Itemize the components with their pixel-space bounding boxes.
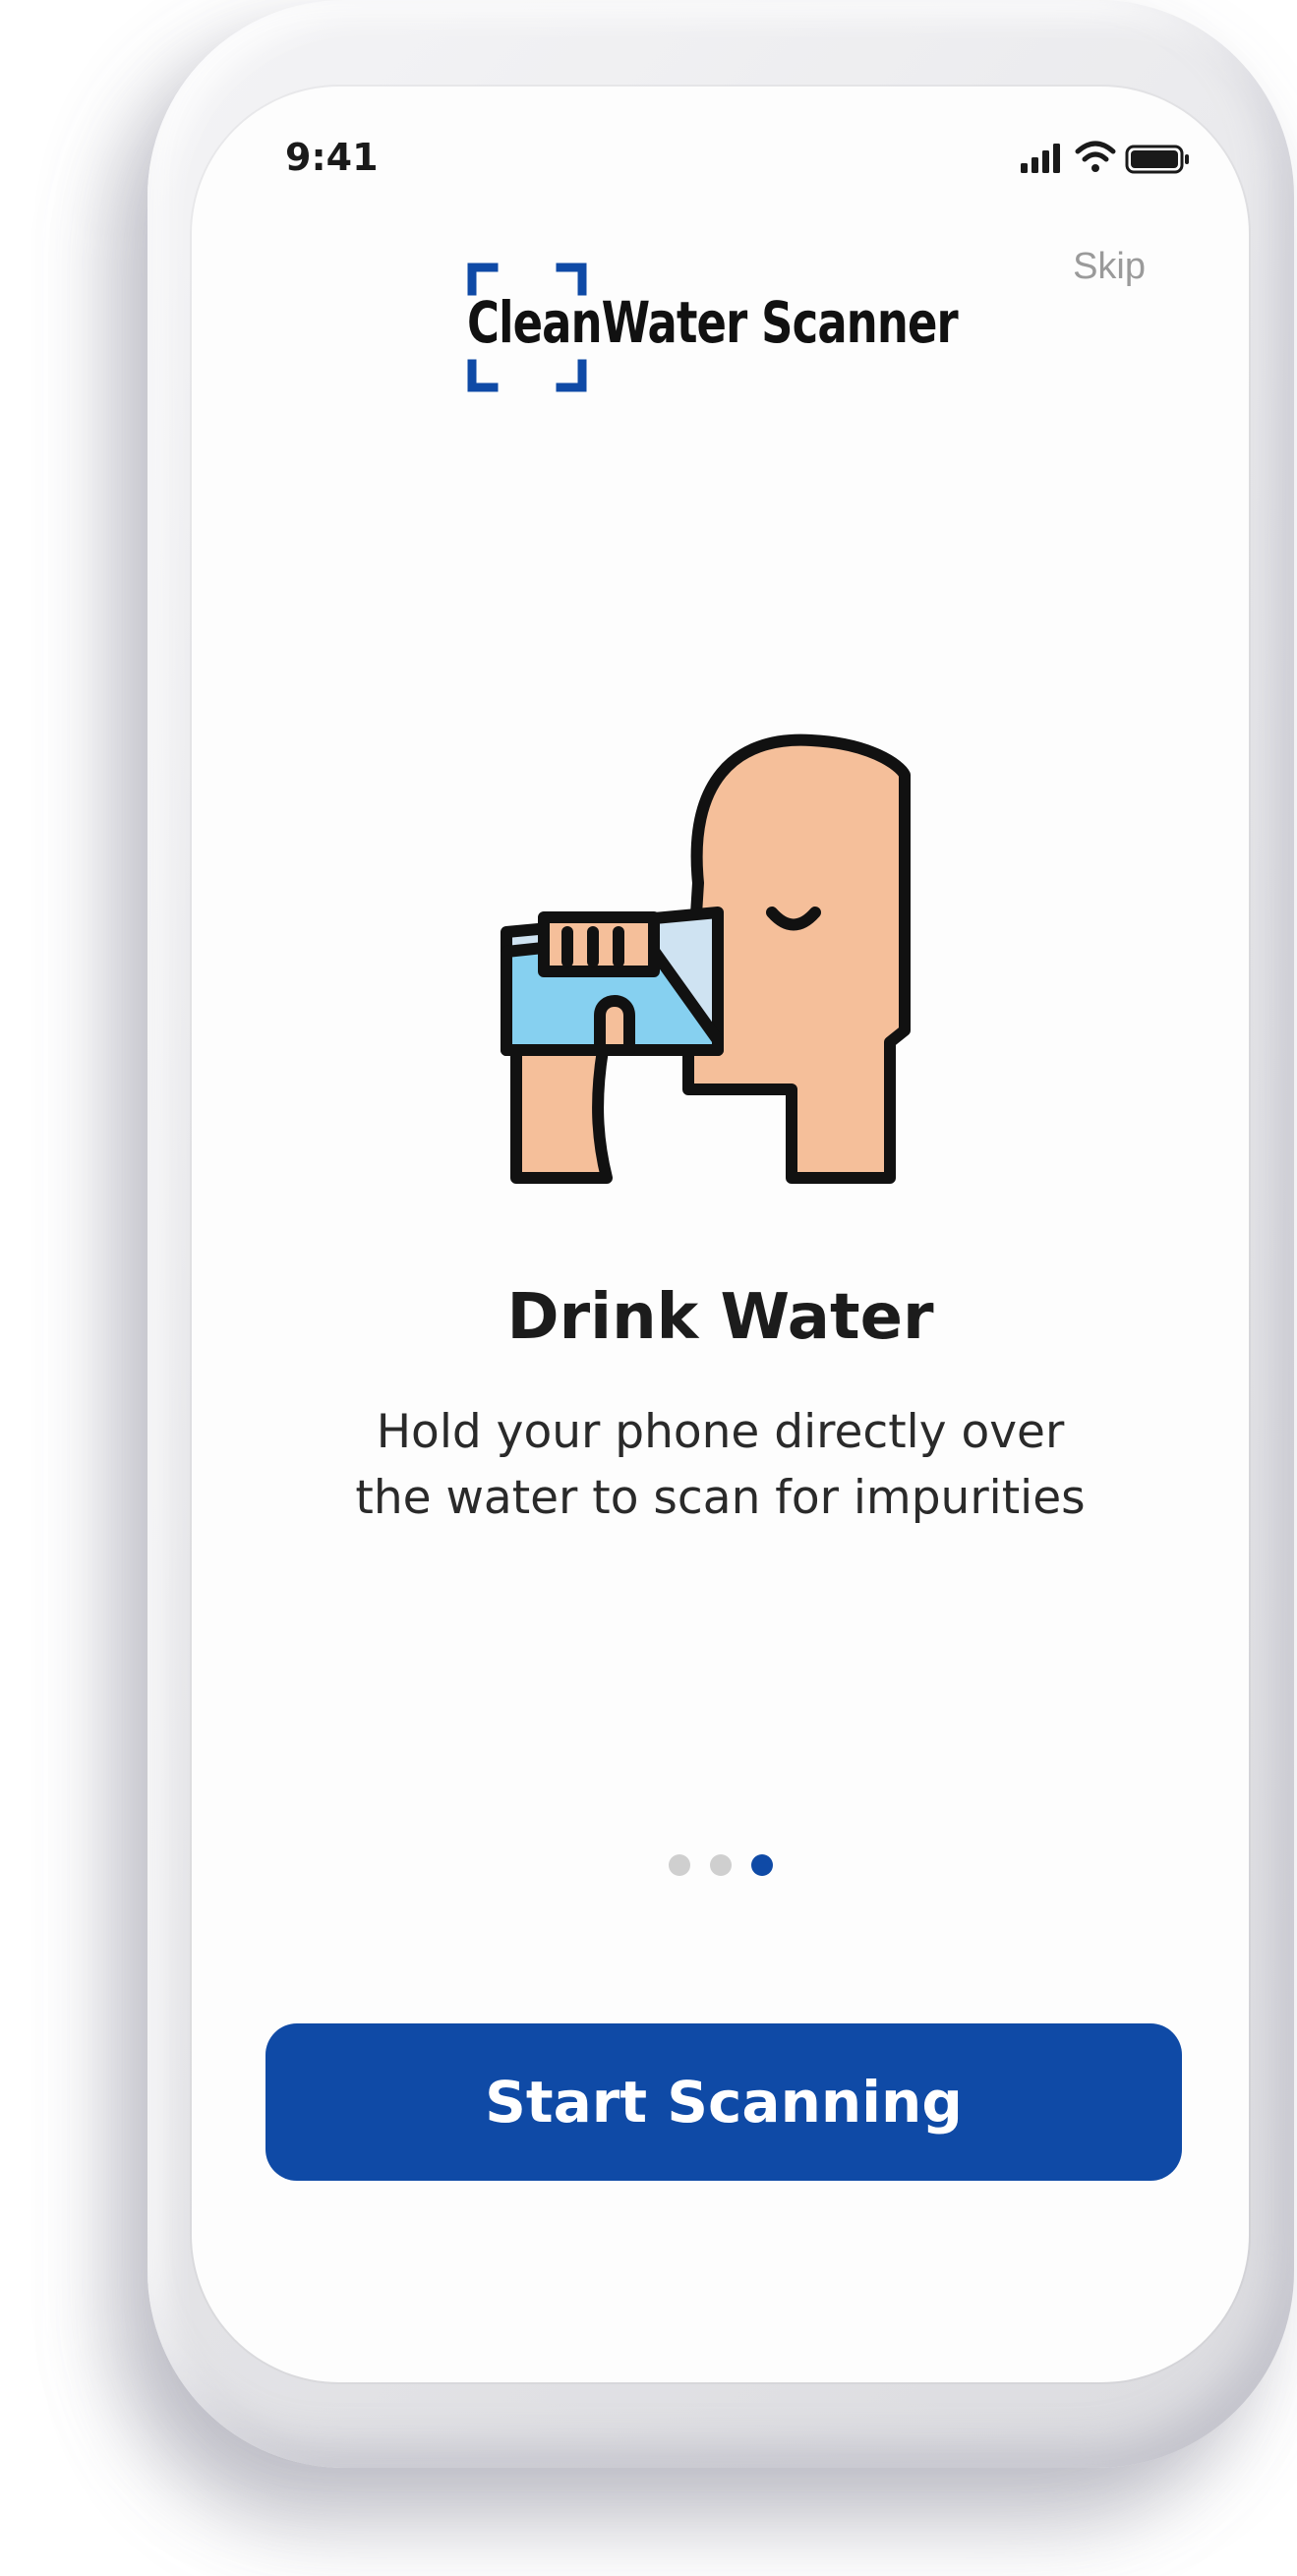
pagination-dot-1[interactable] <box>668 1854 690 1876</box>
pagination-dot-2[interactable] <box>709 1854 732 1876</box>
wifi-icon <box>1075 141 1116 172</box>
battery-icon <box>1125 145 1189 174</box>
pagination-dot-3[interactable] <box>750 1854 773 1876</box>
person-drinking-water-icon <box>501 733 911 1184</box>
thumb-shape <box>594 995 635 1056</box>
skip-button[interactable]: Skip <box>1073 246 1146 288</box>
status-time: 9:41 <box>285 136 379 179</box>
logo-text: CleanWater Scanner <box>467 289 959 356</box>
slide-subtitle: Hold your phone directly over the water … <box>192 1399 1249 1531</box>
subtitle-line-1: Hold your phone directly over <box>376 1405 1065 1459</box>
status-icons <box>1021 141 1189 174</box>
stage: 9:41 CleanWater Scanner Skip Drink Water… <box>0 0 1297 2576</box>
slide-title: Drink Water <box>506 1281 934 1354</box>
signal-icon <box>1021 144 1060 173</box>
pagination-dots <box>192 1854 1249 1876</box>
arm-shape <box>510 1044 613 1184</box>
phone-screen: 9:41 CleanWater Scanner Skip Drink Water… <box>192 87 1249 2382</box>
start-scanning-button[interactable]: Start Scanning <box>265 2023 1182 2181</box>
subtitle-line-2: the water to scan for impurities <box>355 1471 1086 1525</box>
